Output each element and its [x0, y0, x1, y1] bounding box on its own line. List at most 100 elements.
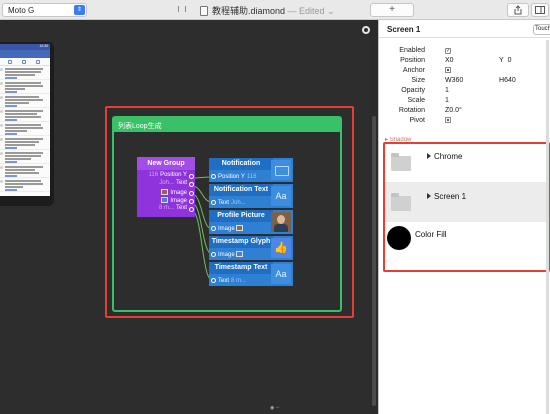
- like-thumbnail: [236, 251, 244, 257]
- prop-rotation: Rotation Z0.0°: [379, 106, 550, 116]
- layer-port-value: 116: [246, 174, 257, 180]
- prop-pivot: Pivot: [379, 116, 550, 126]
- prop-scale: Scale 1: [379, 96, 550, 106]
- layer-node-port[interactable]: Position Y 116: [211, 174, 256, 180]
- inspector-scrollbar[interactable]: [546, 40, 549, 414]
- size-width-field[interactable]: W360: [445, 77, 463, 84]
- group-port-value: 116: [148, 172, 159, 178]
- layer-port-label: Image: [218, 226, 235, 232]
- prop-opacity: Opacity 1: [379, 86, 550, 96]
- output-port[interactable]: [189, 199, 194, 204]
- layer-node-title: Timestamp Text: [209, 262, 273, 274]
- touch-button[interactable]: Touch: [533, 24, 550, 35]
- pivot-icon: [445, 117, 451, 123]
- group-port-text: Joh... Text: [159, 180, 187, 186]
- layer-node-profile-picture[interactable]: Profile Picture Image: [209, 210, 293, 234]
- prop-label: Opacity: [401, 87, 425, 94]
- group-port-label: Text: [175, 180, 187, 186]
- prop-label: Pivot: [409, 117, 425, 124]
- prop-label: Enabled: [399, 47, 425, 54]
- input-port[interactable]: [211, 226, 216, 231]
- group-node[interactable]: New Group 116 Position Y Joh... Text Image…: [137, 157, 195, 217]
- text-icon: Aa: [271, 186, 291, 206]
- input-port[interactable]: [211, 278, 216, 283]
- prop-label: Scale: [407, 97, 425, 104]
- anchor-icon: [445, 67, 451, 73]
- layer-node-timestamp-glyph[interactable]: Timestamp Glyph Image 👍: [209, 236, 293, 260]
- input-port[interactable]: [211, 252, 216, 257]
- enabled-checkbox[interactable]: ✓: [445, 47, 451, 54]
- layer-node-title: Timestamp Glyph: [209, 236, 273, 248]
- group-port-label: Position Y: [160, 172, 187, 178]
- output-port[interactable]: [189, 191, 194, 196]
- prop-label: Size: [411, 77, 425, 84]
- group-port-label: Image: [170, 198, 187, 204]
- text-icon: Aa: [271, 264, 291, 284]
- anchor-picker[interactable]: [445, 67, 451, 75]
- prop-anchor: Anchor: [379, 66, 550, 76]
- inspector-header: Screen 1 Touch: [379, 20, 550, 38]
- position-y-value: 0: [507, 57, 512, 64]
- profile-thumbnail: [236, 225, 244, 231]
- position-y-field[interactable]: Y0: [499, 57, 512, 64]
- layer-node-port[interactable]: Image: [211, 251, 245, 258]
- group-port-position-y: 116 Position Y: [149, 172, 187, 178]
- scale-field[interactable]: 1: [445, 97, 449, 104]
- profile-thumbnail: [161, 189, 169, 195]
- pivot-picker[interactable]: [445, 117, 451, 125]
- size-width-value: 360: [451, 77, 464, 84]
- group-port-value: Joh...: [159, 180, 174, 186]
- group-port-text: 8 m... Text: [159, 205, 187, 211]
- layer-node-title: Notification: [209, 158, 273, 170]
- prop-label: Anchor: [402, 67, 425, 74]
- layer-node-port[interactable]: Text Joh...: [211, 200, 246, 206]
- position-x-field[interactable]: X0: [445, 57, 454, 64]
- rotation-value: 0.0°: [449, 107, 462, 114]
- profile-photo-icon: [271, 212, 291, 232]
- folder-icon: [271, 160, 291, 180]
- inspector-panel: Screen 1 Touch Enabled ✓ Position X0 Y0 …: [378, 20, 550, 414]
- layer-port-value: Joh...: [231, 200, 246, 206]
- axis-label: Y: [499, 57, 504, 64]
- page-indicator-icon: ◉ ◦◦: [270, 405, 280, 411]
- layer-port-value: 8 m...: [231, 278, 247, 284]
- group-port-image: Image: [161, 197, 187, 204]
- layer-node-notification[interactable]: Notification Position Y 116: [209, 158, 293, 182]
- layer-port-label: Position Y: [218, 174, 245, 180]
- prop-size: Size W360 H640: [379, 76, 550, 86]
- layer-port-label: Text: [218, 200, 230, 206]
- group-port-label: Text: [175, 205, 187, 211]
- prop-label: Rotation: [398, 107, 425, 114]
- inspector-title: Screen 1: [387, 25, 421, 34]
- size-height-value: 640: [504, 77, 516, 84]
- layer-node-notification-text[interactable]: Notification Text Text Joh... Aa: [209, 184, 293, 208]
- rotation-field[interactable]: Z0.0°: [445, 107, 462, 114]
- position-x-value: 0: [449, 57, 454, 64]
- canvas-scrollbar[interactable]: [372, 116, 376, 406]
- output-port[interactable]: [189, 182, 194, 187]
- opacity-field[interactable]: 1: [445, 87, 449, 94]
- input-port[interactable]: [211, 200, 216, 205]
- axis-label: W: [445, 77, 452, 84]
- layer-node-timestamp-text[interactable]: Timestamp Text Text 8 m... Aa: [209, 262, 293, 286]
- thumbs-up-icon: 👍: [271, 238, 291, 258]
- output-port[interactable]: [189, 207, 194, 212]
- output-port[interactable]: [189, 174, 194, 179]
- prop-enabled: Enabled ✓: [379, 46, 550, 56]
- like-thumbnail: [161, 197, 169, 203]
- group-port-image: Image: [161, 189, 187, 196]
- prop-position: Position X0 Y0: [379, 56, 550, 66]
- input-port[interactable]: [211, 174, 216, 179]
- layer-node-title: Notification Text: [209, 184, 273, 196]
- layer-node-title: Profile Picture: [209, 210, 273, 222]
- checkmark-icon: ✓: [445, 48, 451, 54]
- group-port-value: 8 m...: [158, 205, 174, 211]
- layer-port-label: Text: [218, 278, 230, 284]
- layer-node-port[interactable]: Image: [211, 225, 245, 232]
- size-height-field[interactable]: H640: [499, 77, 516, 84]
- layer-node-port[interactable]: Text 8 m...: [211, 278, 246, 284]
- prop-label: Position: [400, 57, 425, 64]
- layer-port-label: Image: [218, 252, 235, 258]
- layers-highlight-outline: [383, 142, 550, 272]
- group-port-label: Image: [170, 190, 187, 196]
